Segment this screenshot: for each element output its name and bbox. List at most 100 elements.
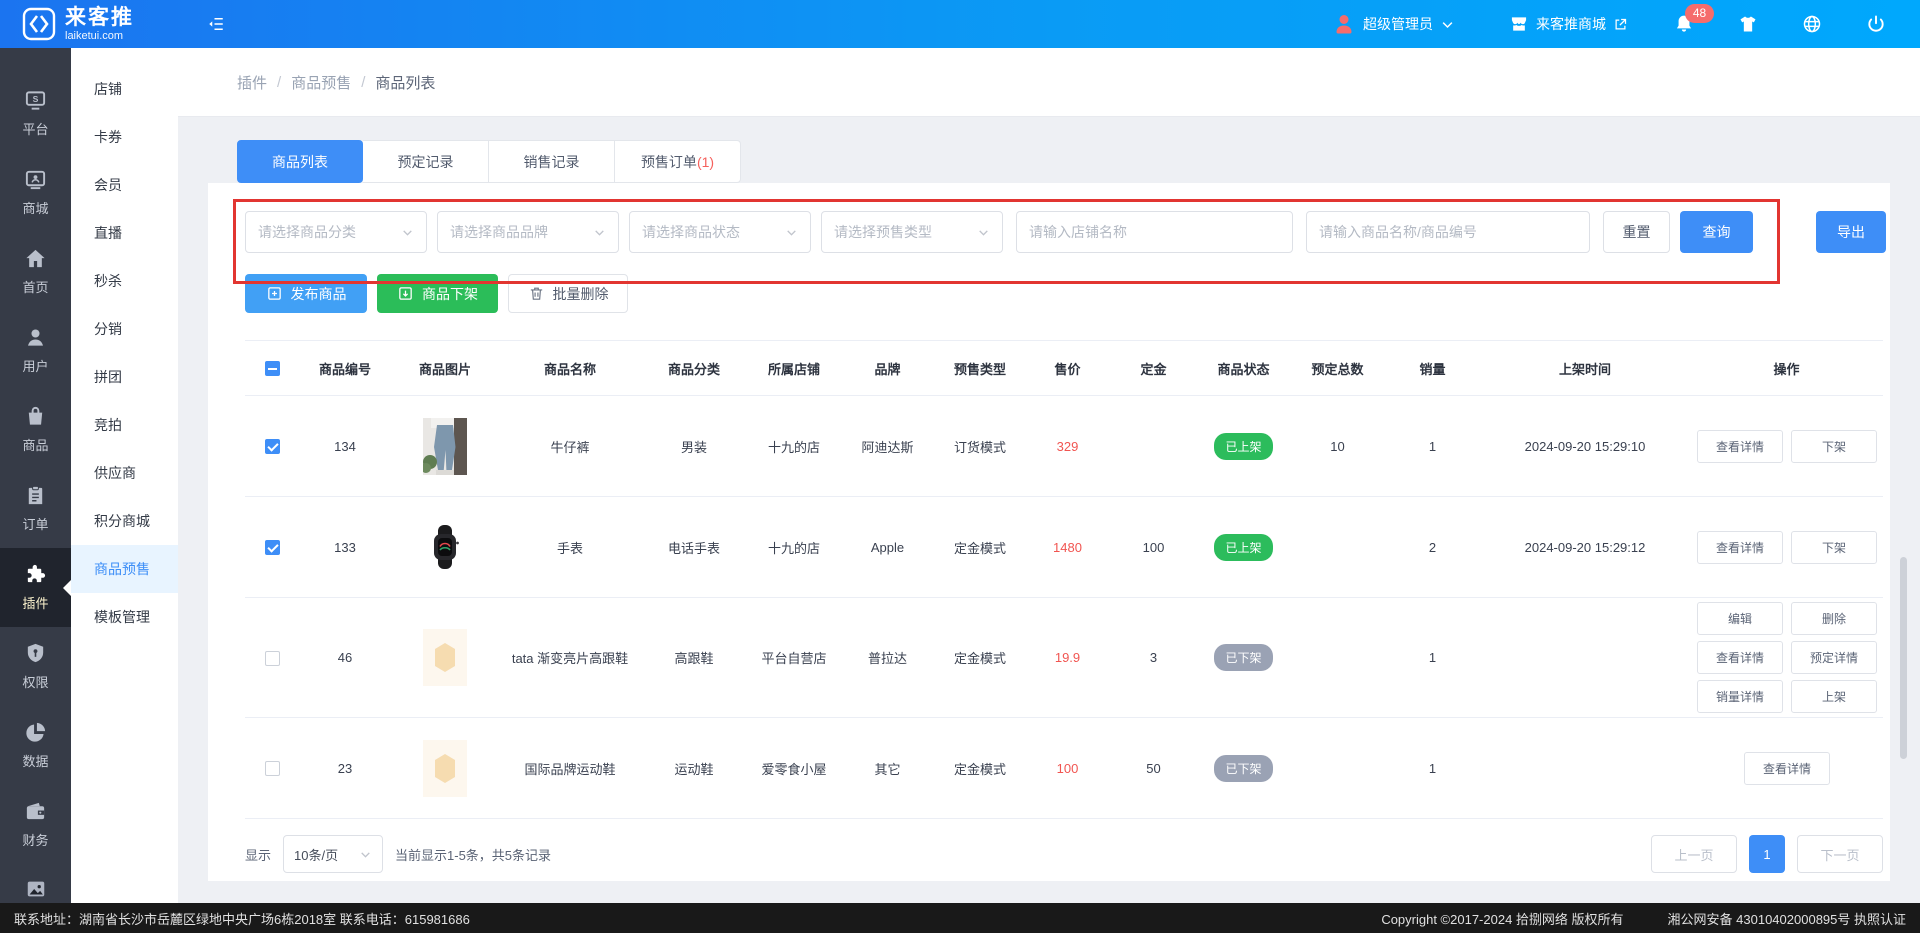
op-button[interactable]: 下架	[1791, 430, 1877, 463]
offshelf-product-button[interactable]: 商品下架	[377, 274, 498, 313]
select-all-checkbox[interactable]	[265, 361, 280, 376]
power-icon	[1866, 14, 1886, 34]
sidebar-collapse-icon[interactable]	[206, 15, 226, 33]
secondary-sidebar: 店铺卡券会员直播秒杀分销拼团竞拍供应商积分商城商品预售模板管理	[71, 48, 178, 903]
rail-item-1[interactable]: S平台	[0, 74, 71, 153]
reset-button[interactable]: 重置	[1603, 211, 1670, 253]
rail-item-label: 财务	[22, 830, 48, 849]
sidebar-item-1[interactable]: 店铺	[71, 65, 178, 113]
op-button[interactable]: 销量详情	[1697, 680, 1783, 713]
rail-item-label: 数据	[22, 751, 48, 770]
breadcrumb-item[interactable]: 插件	[237, 72, 267, 93]
mall-link[interactable]: 来客推商城	[1509, 14, 1628, 34]
filter-bar: 请选择商品分类请选择商品品牌请选择商品状态请选择预售类型 重置查询	[208, 183, 1890, 253]
order-icon	[24, 484, 47, 507]
op-button[interactable]: 删除	[1791, 602, 1877, 635]
column-header: 上架时间	[1480, 341, 1690, 396]
shield-icon	[24, 642, 47, 665]
tab-label: 商品列表	[272, 152, 328, 172]
filter-select-1[interactable]: 请选择商品分类	[245, 211, 427, 253]
rail-item-5[interactable]: 商品	[0, 390, 71, 469]
filter-select-3[interactable]: 请选择商品状态	[629, 211, 811, 253]
row-checkbox[interactable]	[265, 439, 280, 454]
preorder-total	[1290, 497, 1385, 598]
vertical-scrollbar[interactable]	[1900, 557, 1907, 759]
rail-item-9[interactable]: 数据	[0, 706, 71, 785]
tab-label: 预定记录	[398, 152, 454, 172]
op-button[interactable]: 查看详情	[1697, 430, 1783, 463]
status-badge: 已下架	[1214, 644, 1272, 671]
batch-delete-button[interactable]: 批量删除	[508, 274, 628, 313]
search-button[interactable]: 查询	[1680, 211, 1753, 253]
tab-1[interactable]: 商品列表	[237, 140, 363, 183]
sidebar-item-7[interactable]: 拼团	[71, 353, 178, 401]
op-button[interactable]: 查看详情	[1744, 752, 1830, 785]
op-button[interactable]: 查看详情	[1697, 641, 1783, 674]
rail-item-label: 插件	[22, 593, 48, 612]
status-cell: 已下架	[1197, 598, 1290, 718]
sidebar-item-12[interactable]: 模板管理	[71, 593, 178, 641]
row-checkbox[interactable]	[265, 761, 280, 776]
column-header: 商品分类	[640, 341, 748, 396]
sidebar-item-6[interactable]: 分销	[71, 305, 178, 353]
rail-item-8[interactable]: 权限	[0, 627, 71, 706]
notifications-button[interactable]: 48	[1674, 14, 1694, 34]
sidebar-item-2[interactable]: 卡券	[71, 113, 178, 161]
column-header: 预售类型	[935, 341, 1025, 396]
sidebar-item-8[interactable]: 竞拍	[71, 401, 178, 449]
language-button[interactable]	[1802, 14, 1822, 34]
tab-4[interactable]: 预售订单(1)	[615, 140, 741, 183]
status-cell: 已上架	[1197, 497, 1290, 598]
breadcrumb-item[interactable]: 商品预售	[291, 72, 351, 93]
rail-item-7[interactable]: 插件	[0, 548, 71, 627]
export-button[interactable]: 导出	[1816, 211, 1886, 253]
publish-product-button[interactable]: 发布商品	[245, 274, 367, 313]
op-button[interactable]: 上架	[1791, 680, 1877, 713]
pie-icon	[24, 721, 47, 744]
rail-item-2[interactable]: 商城	[0, 153, 71, 232]
tab-bar: 商品列表 预定记录 销售记录预售订单(1)	[237, 140, 1920, 183]
sidebar-item-10[interactable]: 积分商城	[71, 497, 178, 545]
sidebar-item-4[interactable]: 直播	[71, 209, 178, 257]
admin-menu[interactable]: 超级管理员	[1332, 12, 1455, 36]
op-button[interactable]: 预定详情	[1791, 641, 1877, 674]
shop-name-input[interactable]	[1016, 211, 1293, 253]
column-header: 品牌	[840, 341, 935, 396]
op-button[interactable]: 查看详情	[1697, 531, 1783, 564]
sidebar-item-3[interactable]: 会员	[71, 161, 178, 209]
column-header: 销量	[1385, 341, 1480, 396]
filter-select-4[interactable]: 请选择预售类型	[821, 211, 1003, 253]
product-name-input[interactable]	[1306, 211, 1590, 253]
filter-select-2[interactable]: 请选择商品品牌	[437, 211, 619, 253]
rail-item-10[interactable]: 财务	[0, 785, 71, 864]
sidebar-item-9[interactable]: 供应商	[71, 449, 178, 497]
page-size-select[interactable]: 10条/页	[283, 835, 383, 873]
tab-3[interactable]: 销售记录	[489, 140, 615, 183]
row-checkbox[interactable]	[265, 540, 280, 555]
logout-button[interactable]	[1866, 14, 1886, 34]
content-panel: 请选择商品分类请选择商品品牌请选择商品状态请选择预售类型 重置查询 导出 发布商品…	[208, 183, 1890, 881]
product-category: 电话手表	[640, 497, 748, 598]
shelf-time: 2024-09-20 15:29:12	[1480, 497, 1690, 598]
sidebar-item-5[interactable]: 秒杀	[71, 257, 178, 305]
main-content: 插件/商品预售/商品列表 商品列表预定记录销售记录预售订单(1) 请选择商品分类…	[178, 48, 1920, 903]
deposit: 50	[1110, 718, 1197, 819]
op-button[interactable]: 编辑	[1697, 602, 1783, 635]
row-checkbox[interactable]	[265, 651, 280, 666]
sales-count: 2	[1385, 497, 1480, 598]
rail-item-6[interactable]: 订单	[0, 469, 71, 548]
op-button[interactable]: 下架	[1791, 531, 1877, 564]
rail-item-4[interactable]: 用户	[0, 311, 71, 390]
chevron-down-icon	[977, 226, 990, 239]
actions-cell: 编辑删除查看详情预定详情销量详情上架	[1690, 598, 1883, 718]
next-page-button[interactable]: 下一页	[1797, 835, 1883, 873]
mall-theme-button[interactable]	[1738, 14, 1758, 34]
rail-item-3[interactable]: 首页	[0, 232, 71, 311]
sidebar-item-11[interactable]: 商品预售	[71, 545, 178, 593]
external-link-icon	[1613, 17, 1628, 32]
column-header: 售价	[1025, 341, 1110, 396]
tab-2[interactable]: 预定记录	[363, 140, 489, 183]
column-header: 操作	[1690, 341, 1883, 396]
current-page-button[interactable]: 1	[1749, 835, 1785, 873]
prev-page-button[interactable]: 上一页	[1651, 835, 1737, 873]
